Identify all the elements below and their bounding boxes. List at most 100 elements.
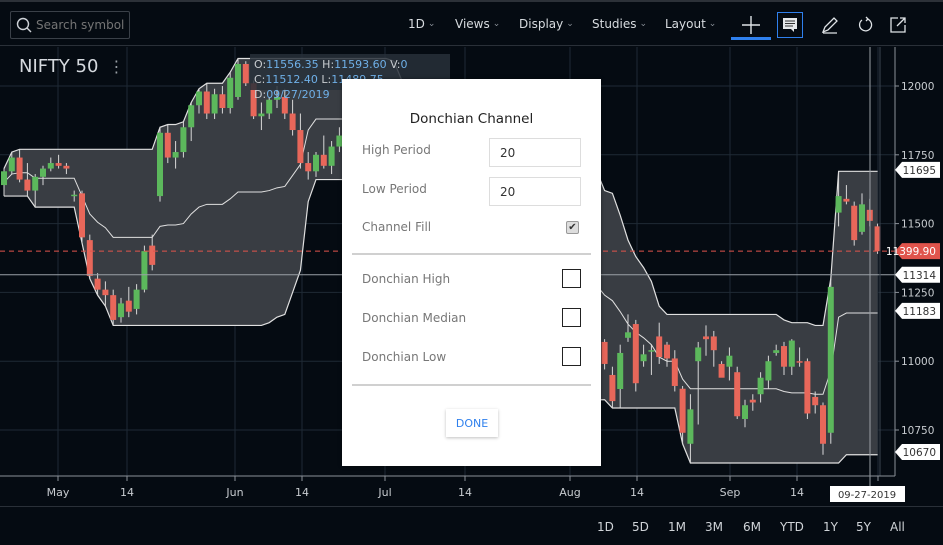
divider xyxy=(352,253,591,255)
donchian-high-row: Donchian High xyxy=(362,269,581,288)
crosshair-date-text: 09-27-2019 xyxy=(838,490,896,501)
menu-views[interactable]: Views ⌄ xyxy=(455,17,500,31)
candle-body xyxy=(24,179,31,191)
candle-body xyxy=(219,94,226,109)
chevron-down-icon: ⌄ xyxy=(427,19,436,29)
range-5y[interactable]: 5Y xyxy=(856,520,871,534)
donchian-median-row: Donchian Median xyxy=(362,308,581,327)
crosshair-price-tag-text: 11314 xyxy=(903,270,937,282)
donchian-median-checkbox[interactable] xyxy=(562,308,581,327)
crosshair-price-tag: 11314 xyxy=(895,266,940,283)
candle-body xyxy=(703,336,709,340)
candle xyxy=(242,61,249,86)
chevron-down-icon: ⌄ xyxy=(708,19,717,29)
candle-body xyxy=(804,361,811,414)
donchian-low-tag-text: 10670 xyxy=(903,447,936,459)
symbol-search[interactable] xyxy=(10,11,130,39)
donchian-high-tag-text: 11695 xyxy=(903,165,936,177)
candle-body xyxy=(757,377,764,395)
candle-body xyxy=(242,63,249,84)
channel-fill-checkbox[interactable]: ✔ xyxy=(566,220,579,234)
donchian-high-checkbox[interactable] xyxy=(562,269,581,288)
range-1y[interactable]: 1Y xyxy=(823,520,838,534)
x-tick-label: Sep xyxy=(720,486,741,499)
y-tick-label: 10750 xyxy=(901,425,934,437)
candle xyxy=(734,366,741,419)
y-tick-label: 11000 xyxy=(901,356,934,368)
candle-body xyxy=(664,344,670,359)
candle-body xyxy=(671,358,678,386)
donchian-low-checkbox[interactable] xyxy=(562,347,581,366)
candle-body xyxy=(609,374,616,402)
range-5d[interactable]: 5D xyxy=(632,520,649,534)
candle-body xyxy=(227,77,234,109)
x-tick-label: 14 xyxy=(295,486,309,499)
candle-body xyxy=(648,350,655,352)
candle-body xyxy=(1,171,7,186)
comment-button[interactable] xyxy=(777,12,803,38)
open-value: 11556.35 xyxy=(266,58,319,71)
range-1d[interactable]: 1D xyxy=(597,520,614,534)
more-options-icon[interactable]: ⋮ xyxy=(108,57,124,76)
x-tick-label: 14 xyxy=(120,486,134,499)
range-bar: 1D 5D 1M 3M 6M YTD 1Y 5Y All xyxy=(0,506,943,545)
menu-label: Display xyxy=(519,17,564,31)
candle xyxy=(141,245,148,293)
candle-body xyxy=(788,340,795,367)
low-period-row: Low Period xyxy=(362,177,581,206)
top-toolbar: 1D⌄ Views⌄ Display⌄ Studies⌄ Layout⌄ xyxy=(0,0,943,46)
menu-studies[interactable]: Studies ⌄ xyxy=(592,17,647,31)
candle-body xyxy=(656,336,663,358)
candle xyxy=(157,127,163,202)
candle-body xyxy=(8,157,15,172)
low-label: L: xyxy=(321,73,332,86)
candle-body xyxy=(765,361,772,381)
menu-display[interactable]: Display ⌄ xyxy=(519,17,574,31)
candle-body xyxy=(695,347,702,362)
range-3m[interactable]: 3M xyxy=(705,520,723,534)
range-all[interactable]: All xyxy=(890,520,905,534)
donchian-low-tag: 10670 xyxy=(895,444,940,461)
candle-body xyxy=(203,91,210,114)
low-period-input[interactable] xyxy=(489,177,581,206)
candle-body xyxy=(749,399,756,403)
candle-body xyxy=(859,204,865,232)
low-period-label: Low Period xyxy=(362,181,427,196)
undo-button[interactable] xyxy=(852,12,878,38)
y-tick-label: 11250 xyxy=(901,287,934,299)
x-tick-label: Aug xyxy=(559,486,580,499)
candle-body xyxy=(63,165,70,169)
candle xyxy=(79,190,85,243)
candle-body xyxy=(94,278,101,290)
menu-label: Layout xyxy=(665,17,706,31)
candle-body xyxy=(86,240,93,276)
candle xyxy=(227,72,234,114)
menu-interval[interactable]: 1D ⌄ xyxy=(408,17,435,31)
high-period-input[interactable] xyxy=(489,138,581,167)
y-tick-label: 11750 xyxy=(901,150,934,162)
chevron-down-icon: ⌄ xyxy=(639,19,648,29)
candle-body xyxy=(196,91,202,106)
candle-body xyxy=(328,146,335,166)
last-price-tag-text: 11399.90 xyxy=(886,246,936,258)
candle-body xyxy=(640,354,647,362)
candle-body xyxy=(305,163,312,172)
draw-button[interactable] xyxy=(817,12,843,38)
candle-body xyxy=(632,324,639,384)
range-1m[interactable]: 1M xyxy=(668,520,686,534)
donchian-low-label: Donchian Low xyxy=(362,349,447,364)
share-icon xyxy=(890,17,906,33)
done-button[interactable]: DONE xyxy=(446,409,498,437)
range-6m[interactable]: 6M xyxy=(743,520,761,534)
share-button[interactable] xyxy=(885,12,911,38)
range-ytd[interactable]: YTD xyxy=(780,520,804,534)
candle-body xyxy=(133,289,140,309)
donchian-median-tag-text: 11183 xyxy=(903,306,936,318)
candle-body xyxy=(710,336,717,351)
menu-layout[interactable]: Layout ⌄ xyxy=(665,17,716,31)
search-input[interactable] xyxy=(36,18,128,32)
crosshair-button[interactable] xyxy=(731,12,771,40)
candle-body xyxy=(149,245,156,265)
last-price-tag: 11399.90 xyxy=(886,243,940,260)
candle-body xyxy=(40,168,46,177)
